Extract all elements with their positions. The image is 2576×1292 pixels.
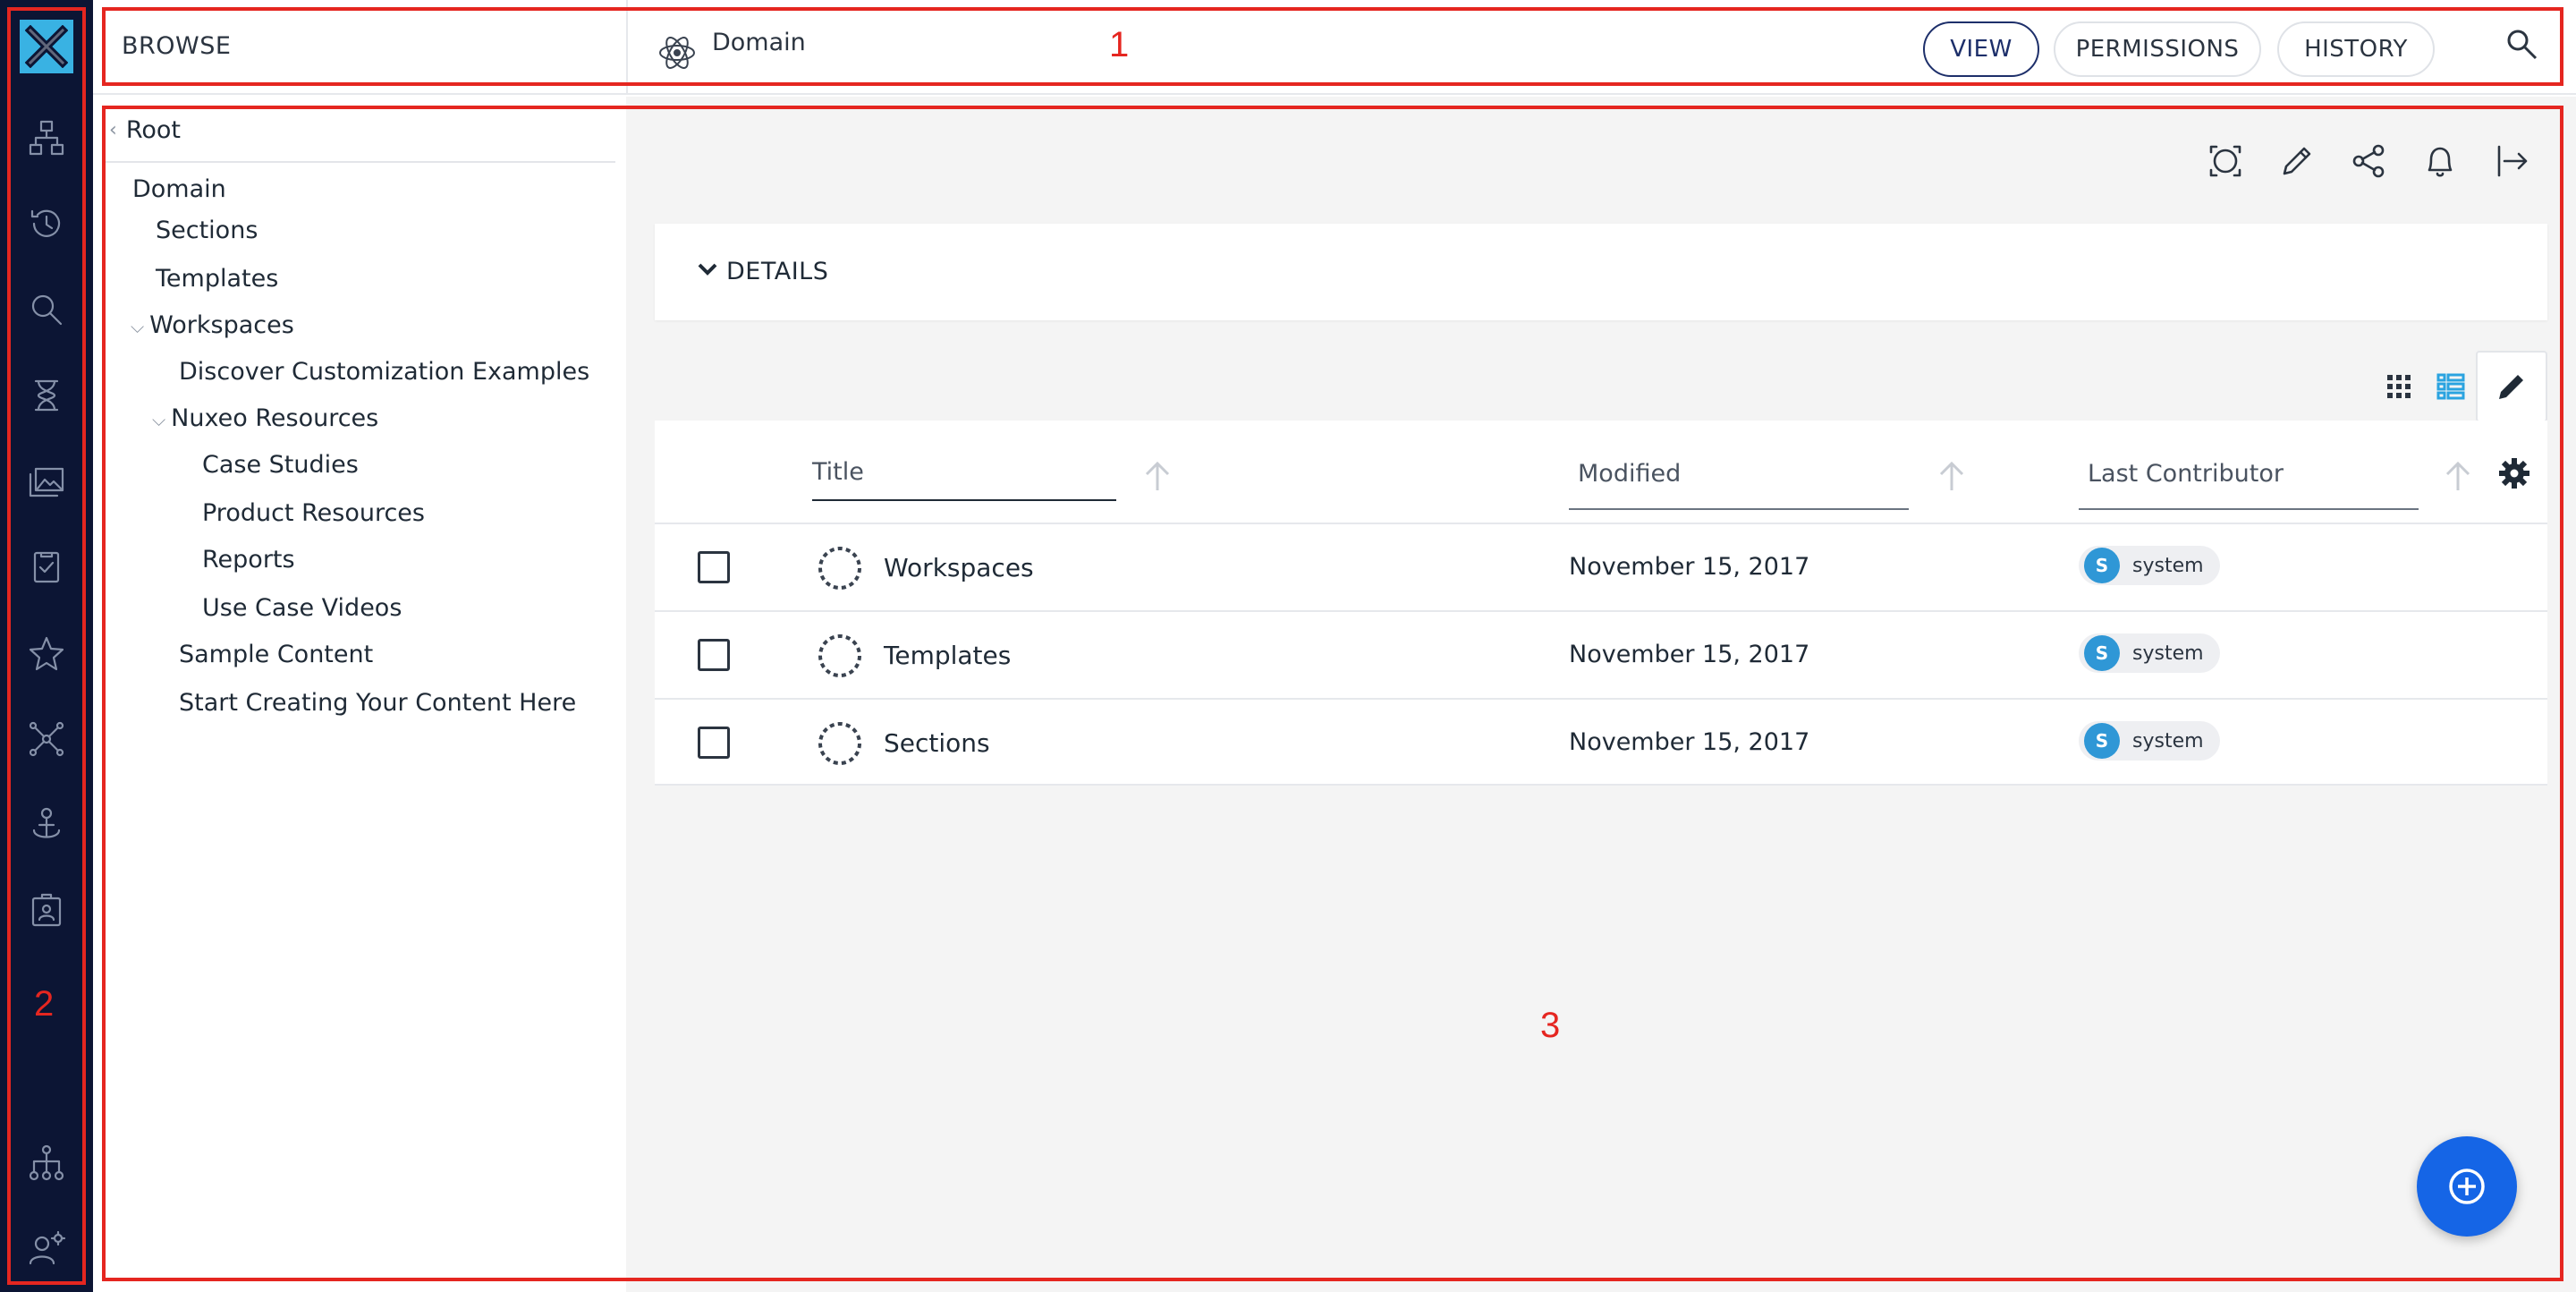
browse-label: BROWSE <box>122 32 232 60</box>
tab-view[interactable]: VIEW <box>1923 21 2039 77</box>
add-circle-icon <box>2449 1169 2485 1204</box>
anchor-user-icon[interactable] <box>25 803 68 846</box>
table-view-icon[interactable] <box>2433 369 2469 404</box>
row-checkbox[interactable] <box>698 639 730 671</box>
annotation-label-2: 2 <box>34 984 55 1024</box>
preview-icon[interactable] <box>2202 138 2249 184</box>
results-table: Title Modified Last Contributor Workspac… <box>655 421 2547 786</box>
gallery-icon[interactable] <box>25 460 68 503</box>
divider <box>106 161 615 163</box>
badge-icon[interactable] <box>25 889 68 932</box>
folder-spinner-icon <box>816 719 864 768</box>
row-checkbox[interactable] <box>698 727 730 759</box>
tab-permissions[interactable]: PERMISSIONS <box>2054 21 2261 77</box>
navigation-tree: ‹ Root Domain Sections Templates ⌵ Worksp… <box>93 97 626 1292</box>
row-title[interactable]: Templates <box>884 641 1011 670</box>
tree-item-product-resources[interactable]: Product Resources <box>202 499 425 527</box>
chevron-left-icon: ‹ <box>109 119 117 141</box>
row-modified: November 15, 2017 <box>1569 641 1810 668</box>
tree-item-nuxeo-resources[interactable]: ⌵ Nuxeo Resources <box>152 404 378 432</box>
column-filter-modified[interactable] <box>1569 508 1909 510</box>
details-label: DETAILS <box>726 258 829 285</box>
history-icon[interactable] <box>25 202 68 245</box>
row-modified: November 15, 2017 <box>1569 728 1810 756</box>
tree-item-start-creating-your-content-here[interactable]: Start Creating Your Content Here <box>179 689 576 717</box>
table-row[interactable]: Workspaces November 15, 2017 S system <box>655 523 2547 610</box>
search-icon[interactable] <box>2504 27 2544 66</box>
sort-arrow-up-icon[interactable] <box>1936 458 1968 494</box>
annotation-label-3: 3 <box>1540 1006 1561 1045</box>
row-title[interactable]: Workspaces <box>884 553 1034 582</box>
tree-item-discover-customization-examples[interactable]: Discover Customization Examples <box>179 358 589 386</box>
tree-item-templates[interactable]: Templates <box>156 265 278 293</box>
user-settings-icon[interactable] <box>25 1228 68 1271</box>
pencil-icon <box>2499 375 2523 399</box>
left-navigation-rail <box>0 0 93 1292</box>
tree-root-label: Root <box>125 116 181 144</box>
column-filter-last-contributor[interactable] <box>2079 508 2419 510</box>
tree-item-reports[interactable]: Reports <box>202 546 295 574</box>
avatar: S <box>2084 723 2120 759</box>
chevron-down-icon[interactable]: ⌵ <box>152 409 165 430</box>
domain-icon <box>657 32 698 73</box>
column-filter-title[interactable] <box>812 499 1116 501</box>
topbar-divider <box>626 0 628 95</box>
contributor-chip[interactable]: S system <box>2079 721 2220 761</box>
edit-icon[interactable] <box>2274 138 2320 184</box>
tasks-icon[interactable] <box>25 546 68 589</box>
table-row[interactable]: Templates November 15, 2017 S system <box>655 610 2547 698</box>
contributor-chip[interactable]: S system <box>2079 633 2220 673</box>
chevron-down-icon[interactable] <box>694 256 721 283</box>
tree-item-sample-content[interactable]: Sample Content <box>179 641 373 668</box>
contributor-name: system <box>2132 729 2204 752</box>
details-panel[interactable]: DETAILS <box>655 224 2547 320</box>
chevron-down-icon[interactable]: ⌵ <box>131 316 144 337</box>
column-header-last-contributor[interactable]: Last Contributor <box>2088 460 2284 488</box>
tab-history[interactable]: HISTORY <box>2277 21 2435 77</box>
browse-tree-icon[interactable] <box>25 116 68 159</box>
share-icon[interactable] <box>2345 138 2392 184</box>
network-icon[interactable] <box>25 718 68 761</box>
notification-bell-icon[interactable] <box>2417 138 2463 184</box>
column-header-modified[interactable]: Modified <box>1578 460 1681 488</box>
contributor-name: system <box>2132 642 2204 665</box>
row-modified: November 15, 2017 <box>1569 553 1810 581</box>
nuxeo-logo-icon[interactable] <box>20 20 73 73</box>
document-title: Domain <box>712 29 806 56</box>
folder-spinner-icon <box>816 544 864 592</box>
folder-spinner-icon <box>816 632 864 680</box>
tree-item-case-studies[interactable]: Case Studies <box>202 451 359 479</box>
annotation-label-1: 1 <box>1109 25 1130 64</box>
tree-root-link[interactable]: ‹ Root <box>109 116 181 144</box>
edit-columns-button[interactable] <box>2476 351 2547 422</box>
column-header-title[interactable]: Title <box>812 458 864 486</box>
hourglass-icon[interactable] <box>25 374 68 417</box>
sort-arrow-up-icon[interactable] <box>2442 458 2474 494</box>
create-document-button[interactable] <box>2417 1136 2517 1237</box>
star-icon[interactable] <box>25 632 68 675</box>
tree-item-workspaces[interactable]: ⌵ Workspaces <box>131 311 294 339</box>
row-checkbox[interactable] <box>698 551 730 583</box>
contributor-chip[interactable]: S system <box>2079 546 2220 585</box>
grid-view-icon[interactable] <box>2381 369 2417 404</box>
top-bar: BROWSE Domain VIEW PERMISSIONS HISTORY <box>93 0 2576 95</box>
export-icon[interactable] <box>2488 138 2535 184</box>
sort-arrow-up-icon[interactable] <box>1141 458 1174 494</box>
avatar: S <box>2084 548 2120 583</box>
tree-item-domain[interactable]: Domain <box>132 175 226 203</box>
tree-item-sections[interactable]: Sections <box>156 217 258 244</box>
avatar: S <box>2084 635 2120 671</box>
table-row[interactable]: Sections November 15, 2017 S system <box>655 698 2547 786</box>
search-icon[interactable] <box>25 288 68 331</box>
document-view: DETAILS Title Modified Last Contributor … <box>626 97 2576 1292</box>
contributor-name: system <box>2132 554 2204 577</box>
tree-item-use-case-videos[interactable]: Use Case Videos <box>202 594 402 622</box>
row-title[interactable]: Sections <box>884 728 990 758</box>
hierarchy-icon[interactable] <box>25 1142 68 1185</box>
gear-icon[interactable] <box>2497 456 2533 492</box>
